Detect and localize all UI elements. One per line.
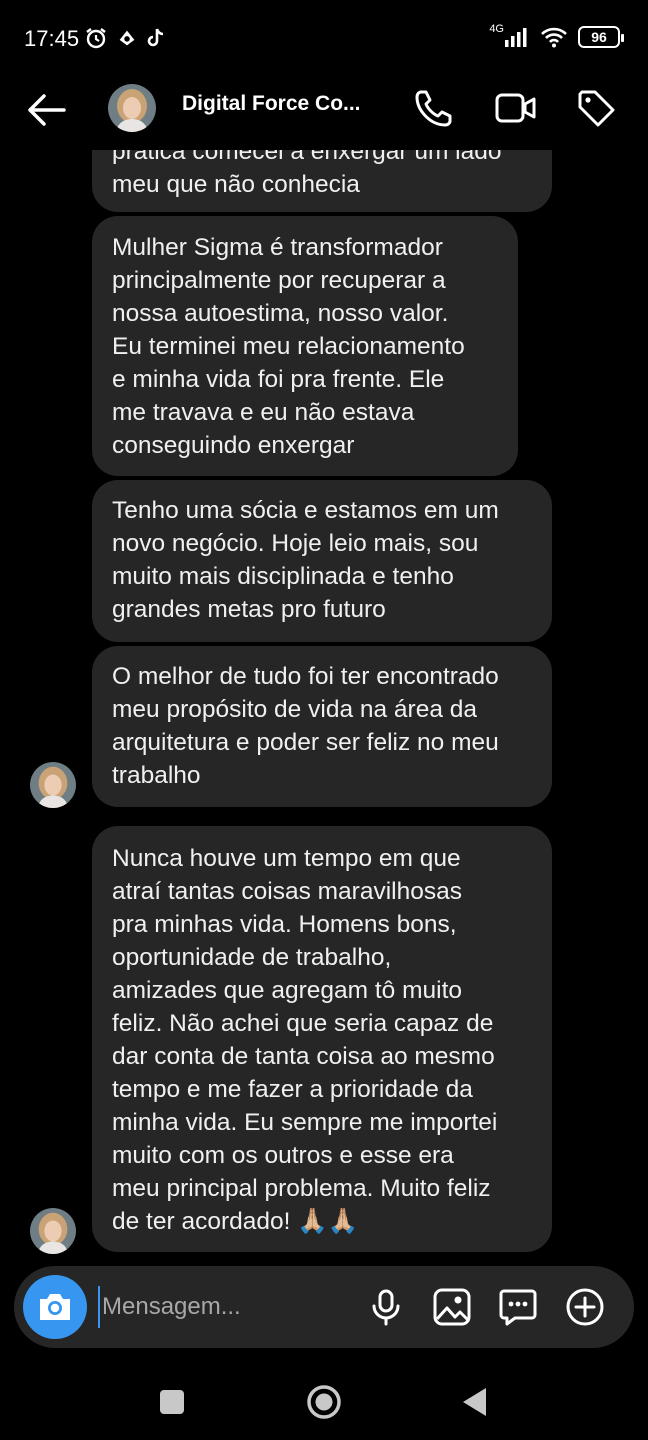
message-composer xyxy=(14,1266,634,1348)
battery-level: 96 xyxy=(591,29,607,45)
status-bar: 17:45 4G 96 xyxy=(0,0,648,70)
sticker-chat-icon[interactable] xyxy=(498,1287,538,1327)
phone-call-icon[interactable] xyxy=(412,86,456,130)
tag-icon[interactable] xyxy=(574,86,618,130)
message-bubble[interactable]: prática comecei a enxergar um lado meu q… xyxy=(92,150,552,212)
message-thread[interactable]: prática comecei a enxergar um lado meu q… xyxy=(0,150,648,1260)
tiktok-icon xyxy=(147,28,164,47)
status-icons-right: 4G 96 xyxy=(489,23,624,48)
microphone-icon[interactable] xyxy=(366,1287,406,1327)
message-input[interactable] xyxy=(98,1286,348,1328)
network-type: 4G xyxy=(489,23,504,35)
signal-icon xyxy=(505,28,527,47)
recent-apps-icon[interactable] xyxy=(152,1382,192,1422)
status-icons-left xyxy=(84,26,166,50)
system-nav-bar xyxy=(0,1360,648,1440)
add-icon[interactable] xyxy=(565,1287,605,1327)
sender-avatar[interactable] xyxy=(30,762,76,808)
back-nav-icon[interactable] xyxy=(454,1382,494,1422)
alarm-icon xyxy=(86,28,106,49)
message-text: Nunca houve um tempo em que atraí tantas… xyxy=(112,845,498,1235)
home-icon[interactable] xyxy=(304,1382,344,1422)
message-bubble[interactable]: Mulher Sigma é transformador principalme… xyxy=(92,216,518,476)
contact-name[interactable]: Digital Force Co... xyxy=(182,92,382,116)
camera-icon xyxy=(40,1294,70,1320)
battery-icon: 96 xyxy=(578,26,624,48)
message-bubble[interactable]: Tenho uma sócia e estamos em um novo neg… xyxy=(92,480,552,642)
message-text: prática comecei a enxergar um lado meu q… xyxy=(112,150,502,198)
video-call-icon[interactable] xyxy=(494,86,538,130)
message-text: Mulher Sigma é transformador principalme… xyxy=(112,234,465,459)
camera-button[interactable] xyxy=(23,1275,87,1339)
message-text: Tenho uma sócia e estamos em um novo neg… xyxy=(112,497,499,623)
wifi-icon xyxy=(541,27,567,48)
message-bubble[interactable]: O melhor de tudo foi ter encontrado meu … xyxy=(92,646,552,807)
message-bubble[interactable]: Nunca houve um tempo em que atraí tantas… xyxy=(92,826,552,1252)
chat-header: Digital Force Co... xyxy=(0,70,648,150)
notification-app-icon xyxy=(119,30,135,46)
back-arrow-icon[interactable] xyxy=(24,90,68,130)
message-text: O melhor de tudo foi ter encontrado meu … xyxy=(112,663,499,789)
status-time: 17:45 xyxy=(24,26,80,51)
gallery-icon[interactable] xyxy=(432,1287,472,1327)
sender-avatar[interactable] xyxy=(30,1208,76,1254)
contact-avatar[interactable] xyxy=(108,84,156,132)
